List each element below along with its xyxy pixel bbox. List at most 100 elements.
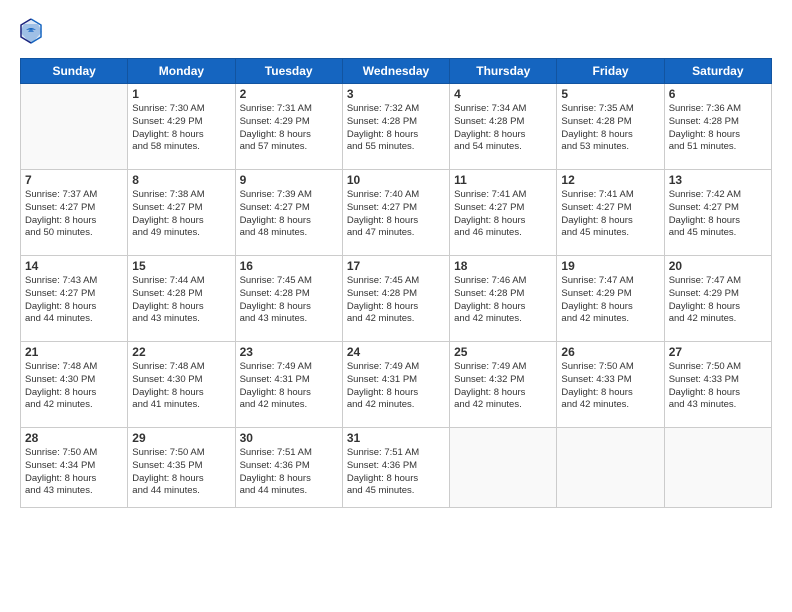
calendar-cell — [450, 428, 557, 508]
calendar-week-4: 28 Sunrise: 7:50 AMSunset: 4:34 PMDayligh… — [21, 428, 772, 508]
calendar-header: SundayMondayTuesdayWednesdayThursdayFrid… — [21, 59, 772, 84]
calendar-cell: 20 Sunrise: 7:47 AMSunset: 4:29 PMDayligh… — [664, 256, 771, 342]
calendar-week-3: 21 Sunrise: 7:48 AMSunset: 4:30 PMDayligh… — [21, 342, 772, 428]
calendar-week-2: 14Sunrise: 7:43 AMSunset: 4:27 PMDayligh… — [21, 256, 772, 342]
day-number: 21 — [25, 345, 123, 359]
weekday-sunday: Sunday — [21, 59, 128, 84]
day-info: Sunrise: 7:30 AMSunset: 4:29 PMDaylight:… — [132, 103, 230, 154]
weekday-saturday: Saturday — [664, 59, 771, 84]
day-number: 9 — [240, 173, 338, 187]
day-info: Sunrise: 7:36 AMSunset: 4:28 PMDaylight:… — [669, 103, 767, 154]
day-info: Sunrise: 7:46 AMSunset: 4:28 PMDaylight:… — [454, 275, 552, 326]
weekday-thursday: Thursday — [450, 59, 557, 84]
day-number: 28 — [25, 431, 123, 445]
calendar-cell: 1Sunrise: 7:30 AMSunset: 4:29 PMDaylight… — [128, 84, 235, 170]
day-number: 29 — [132, 431, 230, 445]
weekday-header-row: SundayMondayTuesdayWednesdayThursdayFrid… — [21, 59, 772, 84]
calendar-cell: 24 Sunrise: 7:49 AMSunset: 4:31 PMDayligh… — [342, 342, 449, 428]
day-number: 5 — [561, 87, 659, 101]
day-info: Sunrise: 7:50 AMSunset: 4:35 PMDaylight:… — [132, 447, 230, 498]
day-number: 10 — [347, 173, 445, 187]
calendar-cell: 26 Sunrise: 7:50 AMSunset: 4:33 PMDayligh… — [557, 342, 664, 428]
day-number: 27 — [669, 345, 767, 359]
day-number: 20 — [669, 259, 767, 273]
calendar-cell — [664, 428, 771, 508]
calendar-cell: 25 Sunrise: 7:49 AMSunset: 4:32 PMDayligh… — [450, 342, 557, 428]
day-number: 3 — [347, 87, 445, 101]
day-number: 22 — [132, 345, 230, 359]
day-number: 8 — [132, 173, 230, 187]
day-info: Sunrise: 7:38 AMSunset: 4:27 PMDaylight:… — [132, 189, 230, 240]
day-info: Sunrise: 7:31 AMSunset: 4:29 PMDaylight:… — [240, 103, 338, 154]
calendar-cell: 21 Sunrise: 7:48 AMSunset: 4:30 PMDayligh… — [21, 342, 128, 428]
day-number: 24 — [347, 345, 445, 359]
day-info: Sunrise: 7:37 AMSunset: 4:27 PMDaylight:… — [25, 189, 123, 240]
day-number: 4 — [454, 87, 552, 101]
day-number: 25 — [454, 345, 552, 359]
calendar-cell: 22 Sunrise: 7:48 AMSunset: 4:30 PMDayligh… — [128, 342, 235, 428]
day-number: 31 — [347, 431, 445, 445]
calendar-cell: 16Sunrise: 7:45 AMSunset: 4:28 PMDayligh… — [235, 256, 342, 342]
day-info: Sunrise: 7:43 AMSunset: 4:27 PMDaylight:… — [25, 275, 123, 326]
weekday-friday: Friday — [557, 59, 664, 84]
calendar-cell: 6 Sunrise: 7:36 AMSunset: 4:28 PMDaylight… — [664, 84, 771, 170]
day-number: 11 — [454, 173, 552, 187]
weekday-wednesday: Wednesday — [342, 59, 449, 84]
day-number: 18 — [454, 259, 552, 273]
weekday-tuesday: Tuesday — [235, 59, 342, 84]
calendar-cell: 31 Sunrise: 7:51 AMSunset: 4:36 PMDayligh… — [342, 428, 449, 508]
day-info: Sunrise: 7:49 AMSunset: 4:31 PMDaylight:… — [347, 361, 445, 412]
day-info: Sunrise: 7:34 AMSunset: 4:28 PMDaylight:… — [454, 103, 552, 154]
day-info: Sunrise: 7:40 AMSunset: 4:27 PMDaylight:… — [347, 189, 445, 240]
weekday-monday: Monday — [128, 59, 235, 84]
calendar-cell: 5 Sunrise: 7:35 AMSunset: 4:28 PMDaylight… — [557, 84, 664, 170]
logo — [20, 18, 44, 46]
calendar-cell — [557, 428, 664, 508]
calendar-week-1: 7Sunrise: 7:37 AMSunset: 4:27 PMDaylight… — [21, 170, 772, 256]
day-info: Sunrise: 7:45 AMSunset: 4:28 PMDaylight:… — [347, 275, 445, 326]
day-info: Sunrise: 7:51 AMSunset: 4:36 PMDaylight:… — [347, 447, 445, 498]
day-info: Sunrise: 7:32 AMSunset: 4:28 PMDaylight:… — [347, 103, 445, 154]
calendar-cell: 13Sunrise: 7:42 AMSunset: 4:27 PMDayligh… — [664, 170, 771, 256]
header — [20, 18, 772, 46]
day-info: Sunrise: 7:51 AMSunset: 4:36 PMDaylight:… — [240, 447, 338, 498]
day-number: 23 — [240, 345, 338, 359]
calendar-cell: 11Sunrise: 7:41 AMSunset: 4:27 PMDayligh… — [450, 170, 557, 256]
day-info: Sunrise: 7:35 AMSunset: 4:28 PMDaylight:… — [561, 103, 659, 154]
calendar-cell: 27 Sunrise: 7:50 AMSunset: 4:33 PMDayligh… — [664, 342, 771, 428]
day-number: 30 — [240, 431, 338, 445]
day-info: Sunrise: 7:48 AMSunset: 4:30 PMDaylight:… — [132, 361, 230, 412]
calendar-cell: 8 Sunrise: 7:38 AMSunset: 4:27 PMDaylight… — [128, 170, 235, 256]
day-info: Sunrise: 7:45 AMSunset: 4:28 PMDaylight:… — [240, 275, 338, 326]
day-info: Sunrise: 7:50 AMSunset: 4:34 PMDaylight:… — [25, 447, 123, 498]
calendar-cell: 2 Sunrise: 7:31 AMSunset: 4:29 PMDaylight… — [235, 84, 342, 170]
day-info: Sunrise: 7:50 AMSunset: 4:33 PMDaylight:… — [669, 361, 767, 412]
calendar-cell: 3 Sunrise: 7:32 AMSunset: 4:28 PMDaylight… — [342, 84, 449, 170]
day-number: 15 — [132, 259, 230, 273]
day-number: 19 — [561, 259, 659, 273]
day-info: Sunrise: 7:42 AMSunset: 4:27 PMDaylight:… — [669, 189, 767, 240]
day-info: Sunrise: 7:50 AMSunset: 4:33 PMDaylight:… — [561, 361, 659, 412]
day-info: Sunrise: 7:41 AMSunset: 4:27 PMDaylight:… — [561, 189, 659, 240]
calendar-cell: 9 Sunrise: 7:39 AMSunset: 4:27 PMDaylight… — [235, 170, 342, 256]
calendar-cell: 10 Sunrise: 7:40 AMSunset: 4:27 PMDayligh… — [342, 170, 449, 256]
day-number: 26 — [561, 345, 659, 359]
calendar-cell: 7Sunrise: 7:37 AMSunset: 4:27 PMDaylight… — [21, 170, 128, 256]
day-info: Sunrise: 7:49 AMSunset: 4:31 PMDaylight:… — [240, 361, 338, 412]
calendar-table: SundayMondayTuesdayWednesdayThursdayFrid… — [20, 58, 772, 508]
calendar-week-0: 1Sunrise: 7:30 AMSunset: 4:29 PMDaylight… — [21, 84, 772, 170]
day-info: Sunrise: 7:47 AMSunset: 4:29 PMDaylight:… — [669, 275, 767, 326]
calendar-cell: 4 Sunrise: 7:34 AMSunset: 4:28 PMDaylight… — [450, 84, 557, 170]
day-info: Sunrise: 7:48 AMSunset: 4:30 PMDaylight:… — [25, 361, 123, 412]
day-info: Sunrise: 7:49 AMSunset: 4:32 PMDaylight:… — [454, 361, 552, 412]
calendar-cell: 30 Sunrise: 7:51 AMSunset: 4:36 PMDayligh… — [235, 428, 342, 508]
day-number: 6 — [669, 87, 767, 101]
day-info: Sunrise: 7:39 AMSunset: 4:27 PMDaylight:… — [240, 189, 338, 240]
calendar-cell: 14Sunrise: 7:43 AMSunset: 4:27 PMDayligh… — [21, 256, 128, 342]
day-number: 2 — [240, 87, 338, 101]
calendar-cell: 18 Sunrise: 7:46 AMSunset: 4:28 PMDayligh… — [450, 256, 557, 342]
day-info: Sunrise: 7:47 AMSunset: 4:29 PMDaylight:… — [561, 275, 659, 326]
calendar-cell: 29 Sunrise: 7:50 AMSunset: 4:35 PMDayligh… — [128, 428, 235, 508]
calendar-cell: 12 Sunrise: 7:41 AMSunset: 4:27 PMDayligh… — [557, 170, 664, 256]
day-number: 12 — [561, 173, 659, 187]
